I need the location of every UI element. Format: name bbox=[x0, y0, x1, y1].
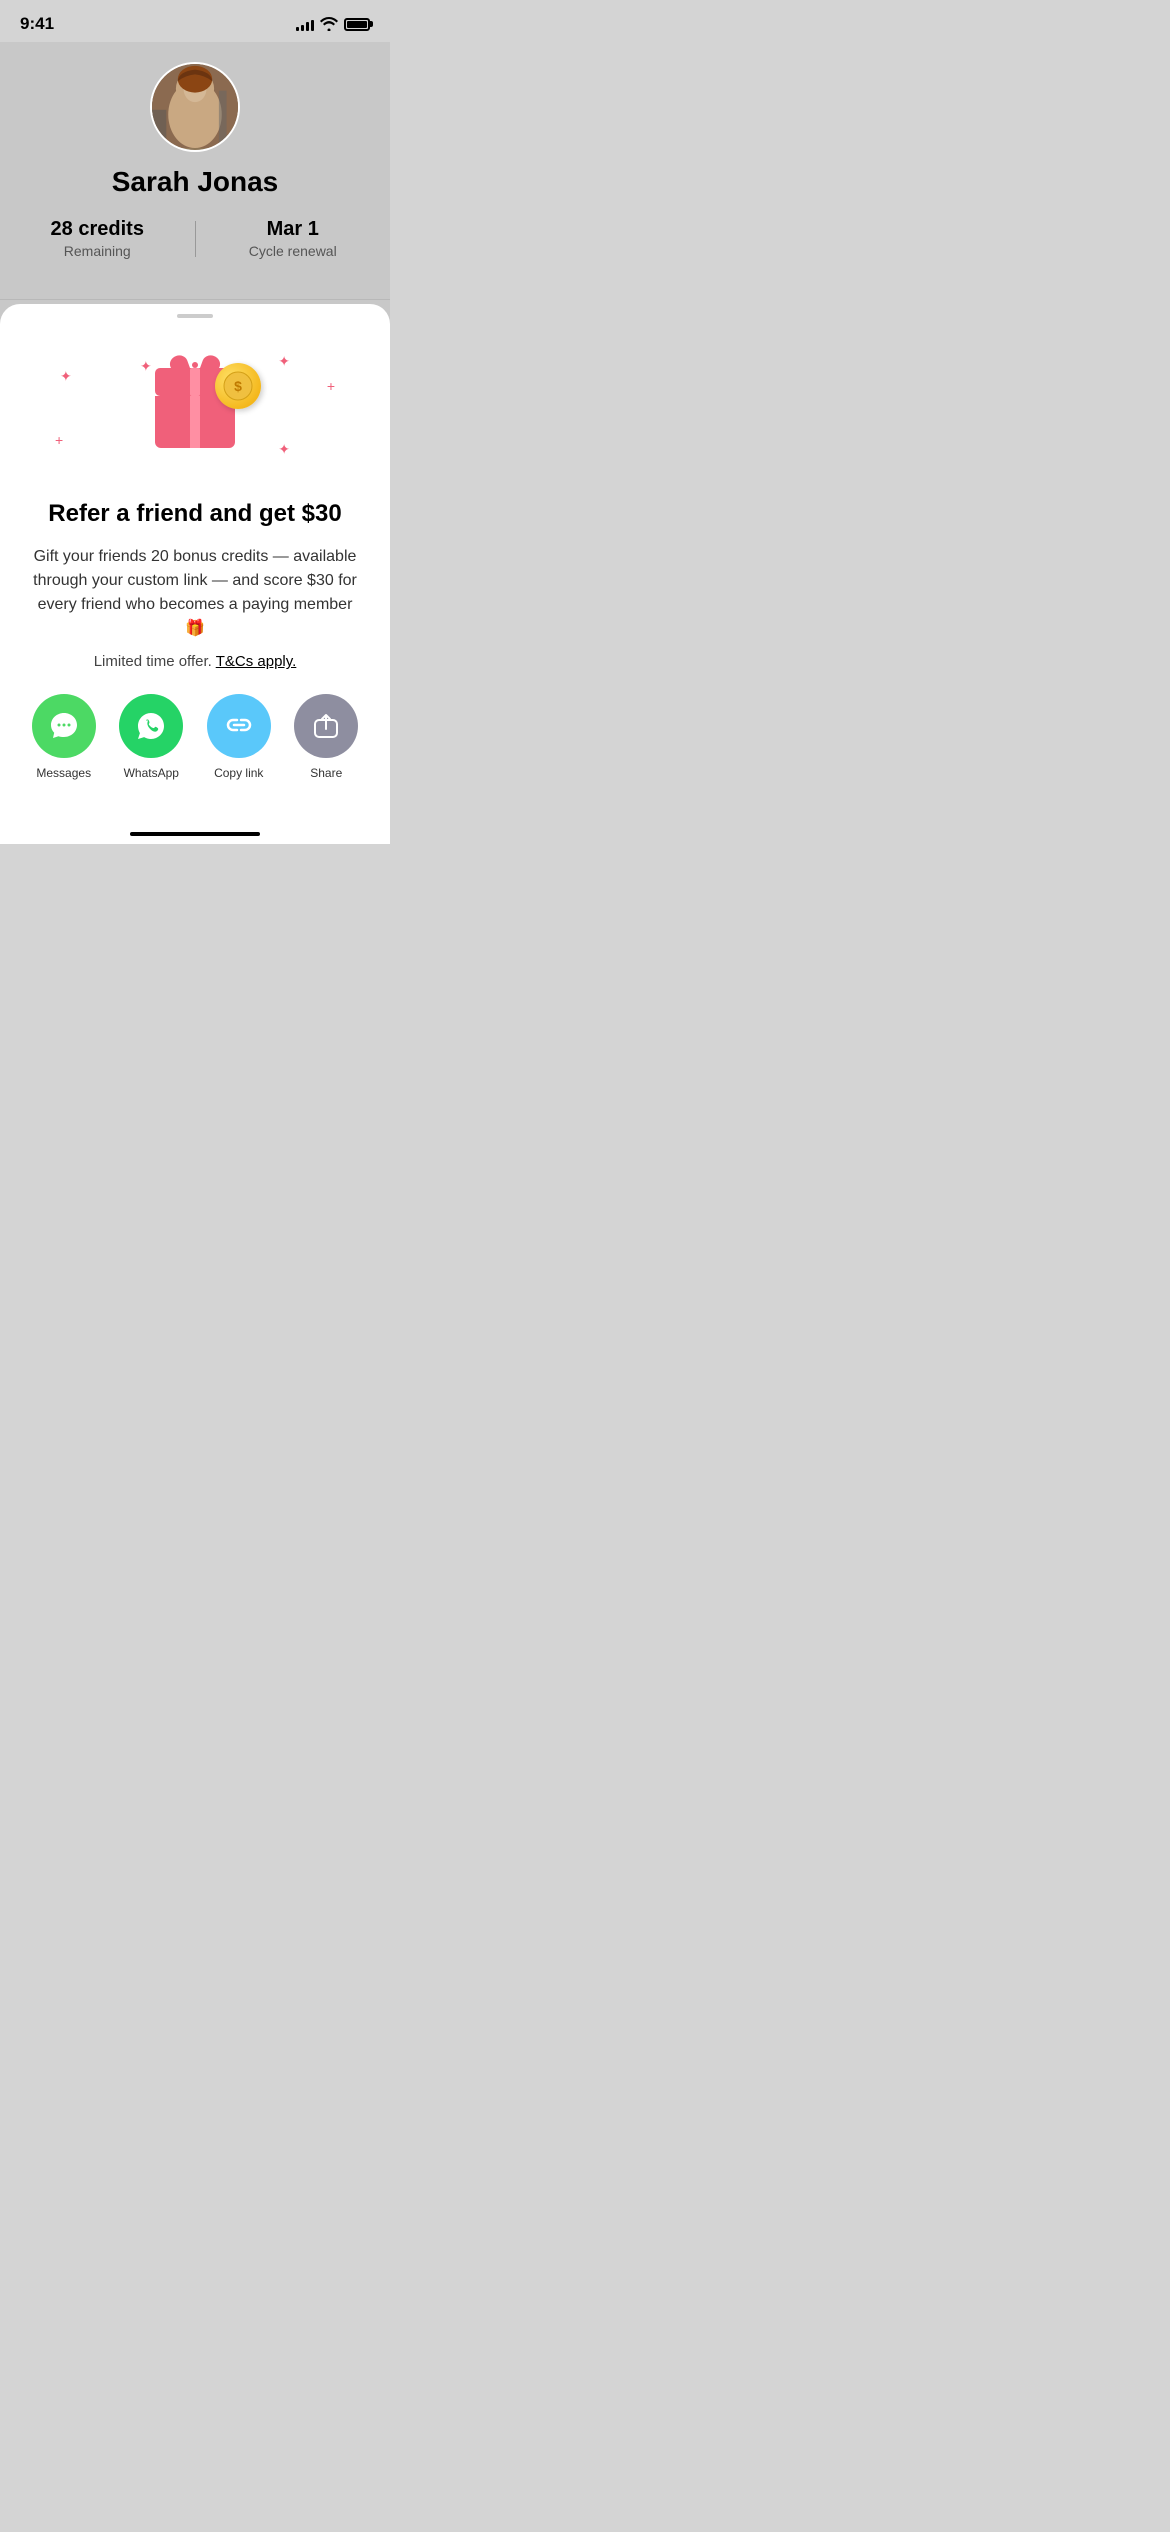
sparkle-4: + bbox=[327, 378, 335, 394]
copy-link-label: Copy link bbox=[214, 766, 263, 780]
whatsapp-button[interactable] bbox=[119, 694, 183, 758]
share-row: Messages WhatsApp Copy link bbox=[0, 694, 390, 810]
share-item-copy-link[interactable]: Copy link bbox=[207, 694, 271, 780]
wifi-icon bbox=[320, 17, 338, 31]
coin: $ bbox=[215, 363, 261, 409]
credits-value: 28 credits bbox=[51, 218, 144, 241]
whatsapp-label: WhatsApp bbox=[124, 766, 179, 780]
offer-note-text: Limited time offer. bbox=[94, 653, 212, 670]
battery-icon bbox=[344, 18, 370, 31]
sheet-title: Refer a friend and get $30 bbox=[24, 498, 366, 529]
sparkle-2: ✦ bbox=[140, 358, 152, 375]
signal-icon bbox=[296, 17, 314, 31]
sparkle-6: ✦ bbox=[278, 441, 290, 458]
share-label: Share bbox=[310, 766, 342, 780]
gift-illustration: ✦ ✦ ✦ + + ✦ bbox=[0, 348, 390, 468]
credits-stat: 28 credits Remaining bbox=[0, 218, 195, 259]
sparkle-3: ✦ bbox=[278, 353, 290, 370]
terms-link[interactable]: T&Cs apply. bbox=[216, 653, 297, 670]
share-item-whatsapp[interactable]: WhatsApp bbox=[119, 694, 183, 780]
messages-label: Messages bbox=[36, 766, 91, 780]
avatar bbox=[150, 62, 240, 152]
sparkle-1: ✦ bbox=[60, 368, 72, 385]
credits-label: Remaining bbox=[64, 243, 131, 259]
profile-section: Sarah Jonas 28 credits Remaining Mar 1 C… bbox=[0, 42, 390, 299]
offer-note: Limited time offer. T&Cs apply. bbox=[32, 653, 358, 670]
renewal-stat: Mar 1 Cycle renewal bbox=[196, 218, 391, 259]
renewal-label: Cycle renewal bbox=[249, 243, 337, 259]
stats-row: 28 credits Remaining Mar 1 Cycle renewal bbox=[0, 218, 390, 259]
user-name: Sarah Jonas bbox=[112, 166, 279, 198]
messages-button[interactable] bbox=[32, 694, 96, 758]
share-item-messages[interactable]: Messages bbox=[32, 694, 96, 780]
share-item-share[interactable]: Share bbox=[294, 694, 358, 780]
status-icons bbox=[296, 17, 370, 31]
status-bar: 9:41 bbox=[0, 0, 390, 42]
svg-text:$: $ bbox=[234, 378, 242, 394]
status-time: 9:41 bbox=[20, 14, 54, 34]
share-button[interactable] bbox=[294, 694, 358, 758]
copy-link-button[interactable] bbox=[207, 694, 271, 758]
sheet-description: Gift your friends 20 bonus credits — ava… bbox=[32, 545, 358, 641]
sheet-handle bbox=[177, 314, 213, 318]
sparkle-5: + bbox=[55, 432, 63, 448]
bottom-sheet: ✦ ✦ ✦ + + ✦ bbox=[0, 304, 390, 844]
avatar-image bbox=[152, 62, 238, 150]
home-indicator bbox=[130, 832, 260, 836]
renewal-date: Mar 1 bbox=[267, 218, 319, 241]
